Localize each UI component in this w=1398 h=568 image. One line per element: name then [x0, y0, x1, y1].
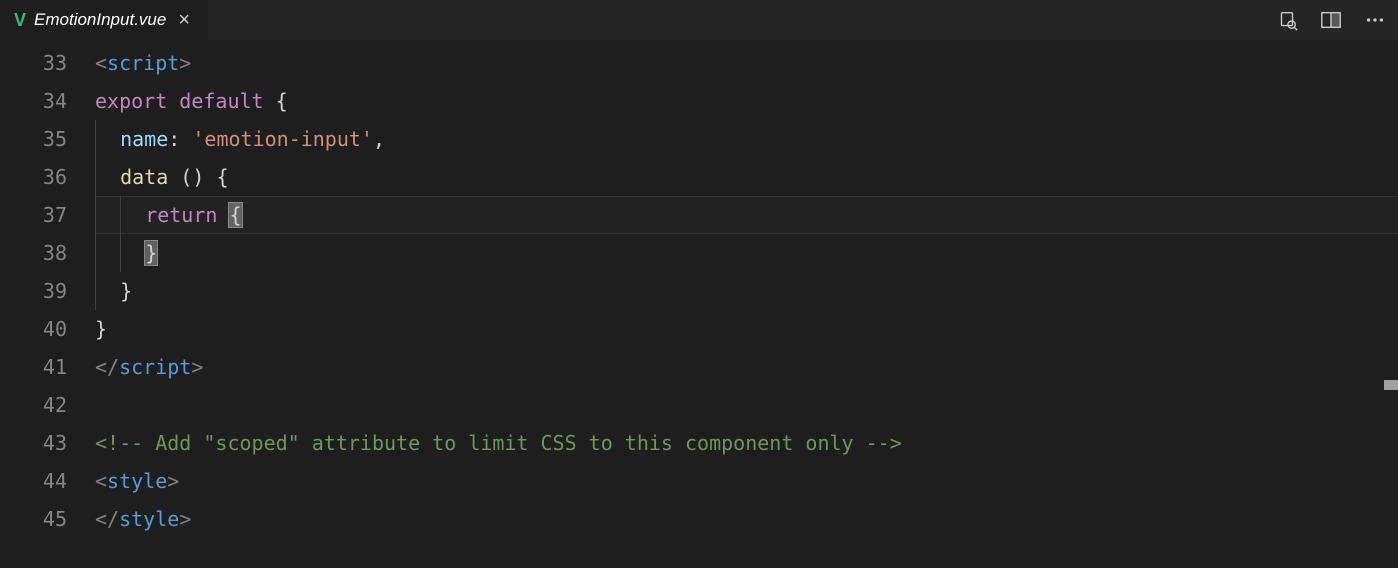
line-number: 33: [0, 44, 67, 82]
line-number: 40: [0, 310, 67, 348]
line-number: 45: [0, 500, 67, 538]
code-line: data () {: [95, 158, 1398, 196]
tab-emotioninput[interactable]: V EmotionInput.vue ×: [0, 0, 209, 40]
code-line: [95, 386, 1398, 424]
code-line: <!-- Add "scoped" attribute to limit CSS…: [95, 424, 1398, 462]
line-number: 43: [0, 424, 67, 462]
code-line: <script>: [95, 44, 1398, 82]
tab-filename: EmotionInput.vue: [34, 10, 166, 30]
split-editor-icon[interactable]: [1320, 9, 1342, 31]
vue-file-icon: V: [14, 10, 26, 31]
code-line: <style>: [95, 462, 1398, 500]
code-line: }: [95, 234, 1398, 272]
code-line: </script>: [95, 348, 1398, 386]
code-line: name: 'emotion-input',: [95, 120, 1398, 158]
scrollbar-position-marker[interactable]: [1384, 380, 1398, 390]
close-icon[interactable]: ×: [174, 9, 194, 32]
line-number: 35: [0, 120, 67, 158]
code-line: }: [95, 310, 1398, 348]
find-replace-icon[interactable]: [1276, 9, 1298, 31]
editor-actions: [1276, 0, 1398, 40]
line-number: 44: [0, 462, 67, 500]
line-number: 42: [0, 386, 67, 424]
tab-bar: V EmotionInput.vue ×: [0, 0, 1398, 40]
code-line: }: [95, 272, 1398, 310]
editor[interactable]: 33 34 35 36 37 38 39 40 41 42 43 44 45 <…: [0, 40, 1398, 568]
code-area[interactable]: <script> export default { name: 'emotion…: [95, 40, 1398, 568]
line-number: 38: [0, 234, 67, 272]
line-number: 41: [0, 348, 67, 386]
line-number: 34: [0, 82, 67, 120]
more-actions-icon[interactable]: [1364, 9, 1386, 31]
code-line-current: return {: [95, 196, 1398, 234]
code-line: export default {: [95, 82, 1398, 120]
line-number: 36: [0, 158, 67, 196]
tab-list: V EmotionInput.vue ×: [0, 0, 209, 40]
line-number: 37: [0, 196, 67, 234]
gutter: 33 34 35 36 37 38 39 40 41 42 43 44 45: [0, 40, 95, 568]
line-number: 39: [0, 272, 67, 310]
code-line: </style>: [95, 500, 1398, 538]
